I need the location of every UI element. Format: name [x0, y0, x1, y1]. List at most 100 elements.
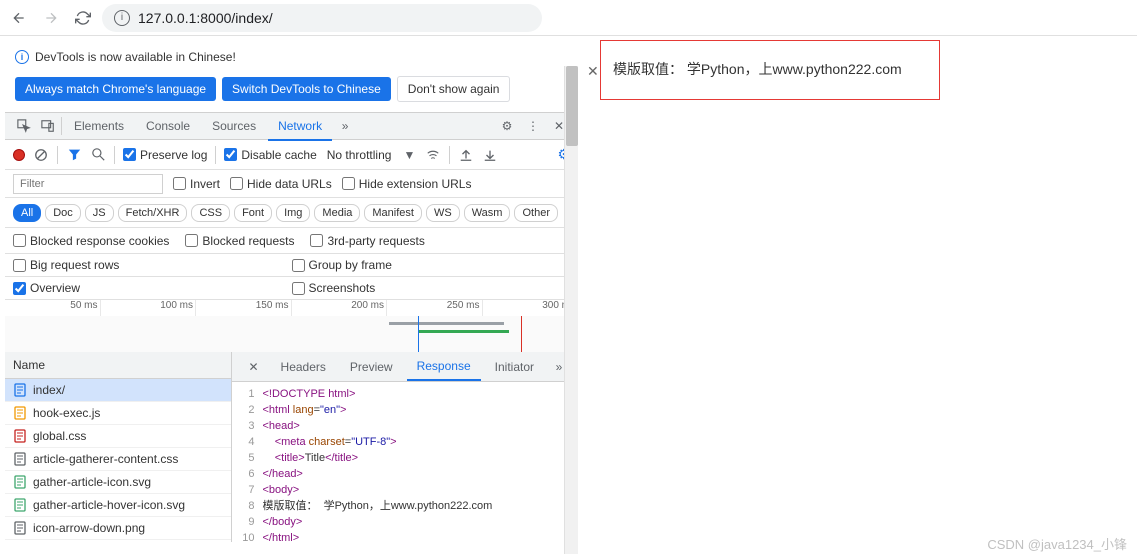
request-list: Name index/hook-exec.js global.css article… [5, 352, 232, 542]
upload-icon[interactable] [458, 147, 474, 163]
page-output-box: ✕ 模版取值： 学Python，上www.python222.com [600, 40, 940, 100]
disable-cache-checkbox[interactable]: Disable cache [224, 148, 316, 162]
group-frame-checkbox[interactable]: Group by frame [292, 258, 571, 272]
wifi-icon[interactable] [425, 147, 441, 163]
more-tabs-icon[interactable]: » [334, 115, 356, 137]
chevron-down-icon[interactable]: ▼ [401, 147, 417, 163]
tab-console[interactable]: Console [136, 113, 200, 139]
img-icon [13, 475, 27, 489]
download-icon[interactable] [482, 147, 498, 163]
doc-icon [13, 383, 27, 397]
switch-chinese-button[interactable]: Switch DevTools to Chinese [222, 77, 391, 101]
type-filter-doc[interactable]: Doc [45, 204, 81, 222]
filter-icon[interactable] [66, 147, 82, 163]
tab-elements[interactable]: Elements [64, 113, 134, 139]
timeline-bar [389, 322, 504, 325]
record-button[interactable] [13, 149, 25, 161]
network-toolbar: Preserve log Disable cache No throttling… [5, 140, 578, 170]
request-row[interactable]: article-gatherer-content.css [5, 448, 231, 471]
type-filter-other[interactable]: Other [514, 204, 558, 222]
request-area: Name index/hook-exec.js global.css article… [5, 352, 578, 542]
dismiss-button[interactable]: Don't show again [397, 76, 511, 102]
detail-tab-headers[interactable]: Headers [271, 354, 336, 380]
request-row[interactable]: gather-article-hover-icon.svg [5, 494, 231, 517]
timeline-tick: 200 ms [292, 300, 388, 316]
throttling-select[interactable]: No throttling [325, 146, 394, 164]
blocked-cookies-checkbox[interactable]: Blocked response cookies [13, 234, 169, 248]
view-options-2: Overview Screenshots [5, 277, 578, 300]
clear-icon[interactable] [33, 147, 49, 163]
blocked-requests-checkbox[interactable]: Blocked requests [185, 234, 294, 248]
type-filter-media[interactable]: Media [314, 204, 360, 222]
third-party-checkbox[interactable]: 3rd-party requests [310, 234, 424, 248]
network-timeline[interactable]: 50 ms100 ms150 ms200 ms250 ms300 ms [5, 300, 578, 352]
request-row[interactable]: index/ [5, 379, 231, 402]
type-filter-manifest[interactable]: Manifest [364, 204, 422, 222]
close-detail-icon[interactable]: ✕ [240, 356, 266, 378]
type-filter-css[interactable]: CSS [191, 204, 230, 222]
big-rows-checkbox[interactable]: Big request rows [13, 258, 292, 272]
request-row[interactable]: gather-article-icon.svg [5, 471, 231, 494]
device-icon[interactable] [37, 115, 59, 137]
tab-sources[interactable]: Sources [202, 113, 266, 139]
type-filter-font[interactable]: Font [234, 204, 272, 222]
devtools-tab-strip: ElementsConsoleSourcesNetwork » ⚙ ⋮ ✕ [5, 112, 578, 140]
divider [61, 117, 62, 135]
timeline-marker [418, 316, 419, 352]
settings-icon[interactable]: ⚙ [496, 115, 518, 137]
nav-buttons [10, 9, 92, 27]
screenshots-checkbox[interactable]: Screenshots [292, 281, 571, 295]
timeline-bar [418, 330, 510, 333]
inspect-icon[interactable] [13, 115, 35, 137]
request-row[interactable]: hook-exec.js [5, 402, 231, 425]
request-detail: ✕ HeadersPreviewResponseInitiator » 1234… [232, 352, 578, 542]
search-icon[interactable] [90, 147, 106, 163]
request-row[interactable]: icon-arrow-down.png [5, 517, 231, 540]
detail-tab-initiator[interactable]: Initiator [485, 354, 544, 380]
view-options: Big request rows Group by frame [5, 254, 578, 277]
hide-data-urls-checkbox[interactable]: Hide data URLs [230, 177, 332, 191]
divider [114, 146, 115, 164]
close-icon[interactable]: ✕ [587, 63, 599, 80]
filter-input[interactable] [13, 174, 163, 194]
timeline-body [5, 316, 578, 352]
detail-tab-preview[interactable]: Preview [340, 354, 403, 380]
preserve-log-checkbox[interactable]: Preserve log [123, 148, 207, 162]
type-filter-ws[interactable]: WS [426, 204, 460, 222]
img-icon [13, 521, 27, 535]
name-column-header[interactable]: Name [5, 352, 231, 379]
forward-button[interactable] [42, 9, 60, 27]
overview-checkbox[interactable]: Overview [13, 281, 292, 295]
divider [449, 146, 450, 164]
timeline-tick: 150 ms [196, 300, 292, 316]
type-filter-wasm[interactable]: Wasm [464, 204, 511, 222]
css-icon [13, 452, 27, 466]
info-icon: i [15, 50, 29, 64]
response-body[interactable]: 12345678910 <!DOCTYPE html> <html lang="… [232, 382, 578, 542]
request-name: hook-exec.js [33, 406, 100, 420]
address-bar[interactable]: i 127.0.0.1:8000/index/ [102, 4, 542, 32]
request-row[interactable]: global.css [5, 425, 231, 448]
type-filter-js[interactable]: JS [85, 204, 114, 222]
type-filter-fetch-xhr[interactable]: Fetch/XHR [118, 204, 188, 222]
back-button[interactable] [10, 9, 28, 27]
request-name: icon-arrow-down.png [33, 521, 145, 535]
timeline-tick: 100 ms [101, 300, 197, 316]
site-info-icon[interactable]: i [114, 10, 130, 26]
reload-button[interactable] [74, 9, 92, 27]
page-text: 模版取值： 学Python，上www.python222.com [613, 61, 902, 77]
request-name: global.css [33, 429, 86, 443]
match-language-button[interactable]: Always match Chrome's language [15, 77, 216, 101]
invert-checkbox[interactable]: Invert [173, 177, 220, 191]
detail-tab-response[interactable]: Response [407, 353, 481, 381]
img-icon [13, 498, 27, 512]
tab-network[interactable]: Network [268, 113, 332, 141]
locale-buttons: Always match Chrome's language Switch De… [5, 72, 578, 112]
type-filter-img[interactable]: Img [276, 204, 310, 222]
devtools-panel: i DevTools is now available in Chinese! … [5, 42, 578, 554]
type-filter-all[interactable]: All [13, 204, 41, 222]
more-icon[interactable]: ⋮ [522, 115, 544, 137]
hide-ext-urls-checkbox[interactable]: Hide extension URLs [342, 177, 472, 191]
js-icon [13, 406, 27, 420]
request-row[interactable]: icon-edit-white.png [5, 540, 231, 542]
